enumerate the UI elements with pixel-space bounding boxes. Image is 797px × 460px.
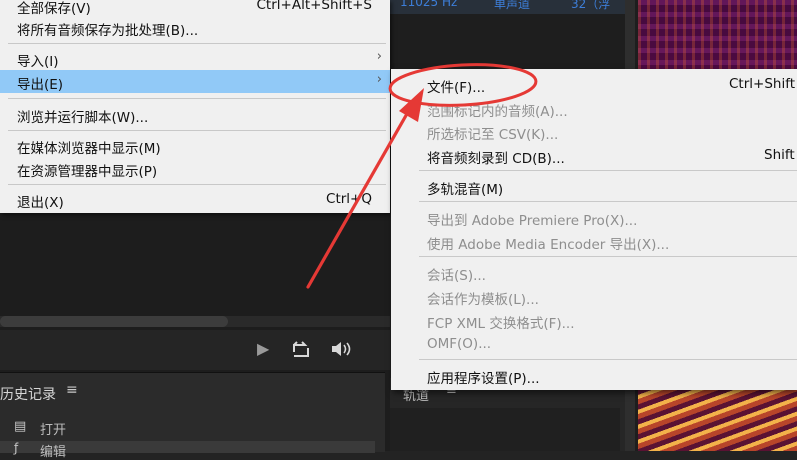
menu-separator: [419, 201, 797, 202]
submenu-item-range-audio[interactable]: 范围标记内的音频(A)...: [391, 96, 797, 120]
submenu-item-app-settings[interactable]: 应用程序设置(P)...: [391, 363, 797, 387]
menu-item-shortcut: Ctrl+Q: [326, 191, 372, 207]
submenu-item-media-encoder[interactable]: 使用 Adobe Media Encoder 导出(X)...: [391, 229, 797, 253]
loop-icon[interactable]: [291, 340, 311, 362]
menu-item-import[interactable]: 导入(I) ›: [0, 47, 390, 70]
sample-rate-value: 11025 Hz: [400, 0, 458, 9]
spectral-display-hotspot: [638, 380, 797, 451]
menu-item-label: 导入(I): [17, 54, 59, 70]
document-icon: ▤: [14, 419, 27, 434]
menu-item-label: 在资源管理器中显示(P): [17, 164, 158, 180]
menu-separator: [8, 184, 386, 185]
panel-menu-icon[interactable]: ≡: [66, 382, 78, 398]
menu-item-exit[interactable]: 退出(X) Ctrl+Q: [0, 188, 390, 211]
menu-separator: [419, 256, 797, 257]
menu-item-save-all-batch[interactable]: 将所有音频保存为批处理(B)...: [0, 16, 390, 39]
menu-item-label: OMF(O)...: [427, 336, 492, 352]
menu-separator: [8, 43, 386, 44]
chevron-right-icon: ›: [376, 49, 382, 64]
menu-item-label: 全部保存(V): [17, 1, 91, 17]
submenu-item-fcp-xml[interactable]: FCP XML 交换格式(F)...: [391, 308, 797, 332]
menu-item-label: 导出到 Adobe Premiere Pro(X)...: [427, 213, 638, 229]
menu-item-label: 退出(X): [17, 195, 64, 211]
tracks-list: [390, 408, 620, 451]
menu-item-label: 会话(S)...: [427, 268, 486, 284]
menu-item-label: 在媒体浏览器中显示(M): [17, 141, 161, 157]
menu-item-shortcut: Shift: [764, 147, 795, 163]
menu-item-label: 所选标记至 CSV(K)...: [427, 127, 559, 143]
submenu-item-burn-cd[interactable]: 将音频刻录到 CD(B)... Shift: [391, 143, 797, 167]
chevron-right-icon: ›: [376, 72, 382, 87]
channel-value: 单声道: [494, 0, 531, 11]
menu-separator: [8, 98, 386, 99]
menu-item-reveal-explorer[interactable]: 在资源管理器中显示(P): [0, 157, 390, 180]
bit-depth-value: 32（浮: [571, 0, 611, 11]
menu-item-label: 范围标记内的音频(A)...: [427, 104, 568, 120]
history-panel-title: 历史记录: [0, 387, 56, 403]
menu-item-label: 会话作为模板(L)...: [427, 292, 539, 308]
menu-item-label: 多轨混音(M): [427, 182, 504, 198]
menu-item-label: 浏览并运行脚本(W)...: [17, 110, 149, 126]
play-icon[interactable]: ▶: [257, 339, 269, 358]
submenu-item-export-premiere[interactable]: 导出到 Adobe Premiere Pro(X)...: [391, 205, 797, 229]
menu-item-label: FCP XML 交换格式(F)...: [427, 316, 575, 332]
submenu-item-session[interactable]: 会话(S)...: [391, 260, 797, 284]
submenu-item-session-template[interactable]: 会话作为模板(L)...: [391, 284, 797, 308]
menu-separator: [419, 170, 797, 171]
function-icon: ƒ: [14, 441, 19, 455]
menu-item-label: 将音频刻录到 CD(B)...: [427, 151, 565, 167]
submenu-item-file[interactable]: 文件(F)... Ctrl+Shift: [391, 72, 797, 96]
menu-item-label: 应用程序设置(P)...: [427, 371, 540, 387]
menu-item-browse-run-script[interactable]: 浏览并运行脚本(W)...: [0, 103, 390, 126]
menu-item-label: 文件(F)...: [427, 80, 486, 96]
menu-separator: [419, 359, 797, 360]
transport-bar: ▶: [0, 330, 390, 370]
submenu-item-multitrack-mixdown[interactable]: 多轨混音(M): [391, 174, 797, 198]
menu-separator: [8, 130, 386, 131]
submenu-item-markers-csv[interactable]: 所选标记至 CSV(K)...: [391, 119, 797, 143]
menu-item-reveal-media-browser[interactable]: 在媒体浏览器中显示(M): [0, 134, 390, 157]
menu-item-shortcut: Ctrl+Alt+Shift+S: [256, 0, 373, 13]
export-submenu: 文件(F)... Ctrl+Shift 范围标记内的音频(A)... 所选标记至…: [391, 69, 797, 390]
history-row-label: 打开: [40, 423, 67, 438]
menu-item-label: 导出(E): [17, 77, 64, 93]
file-menu-dropdown: 全部保存(V) Ctrl+Alt+Shift+S 将所有音频保存为批处理(B).…: [0, 0, 390, 213]
horizontal-scrollbar-thumb[interactable]: [0, 316, 228, 327]
menu-item-shortcut: Ctrl+Shift: [729, 76, 796, 92]
menu-item-label: 使用 Adobe Media Encoder 导出(X)...: [427, 237, 670, 253]
menu-item-save-all[interactable]: 全部保存(V) Ctrl+Alt+Shift+S: [0, 0, 390, 17]
submenu-item-omf[interactable]: OMF(O)...: [391, 332, 797, 356]
menu-item-label: 将所有音频保存为批处理(B)...: [17, 23, 199, 39]
volume-icon[interactable]: [328, 340, 354, 362]
menu-item-export[interactable]: 导出(E) ›: [0, 70, 390, 93]
